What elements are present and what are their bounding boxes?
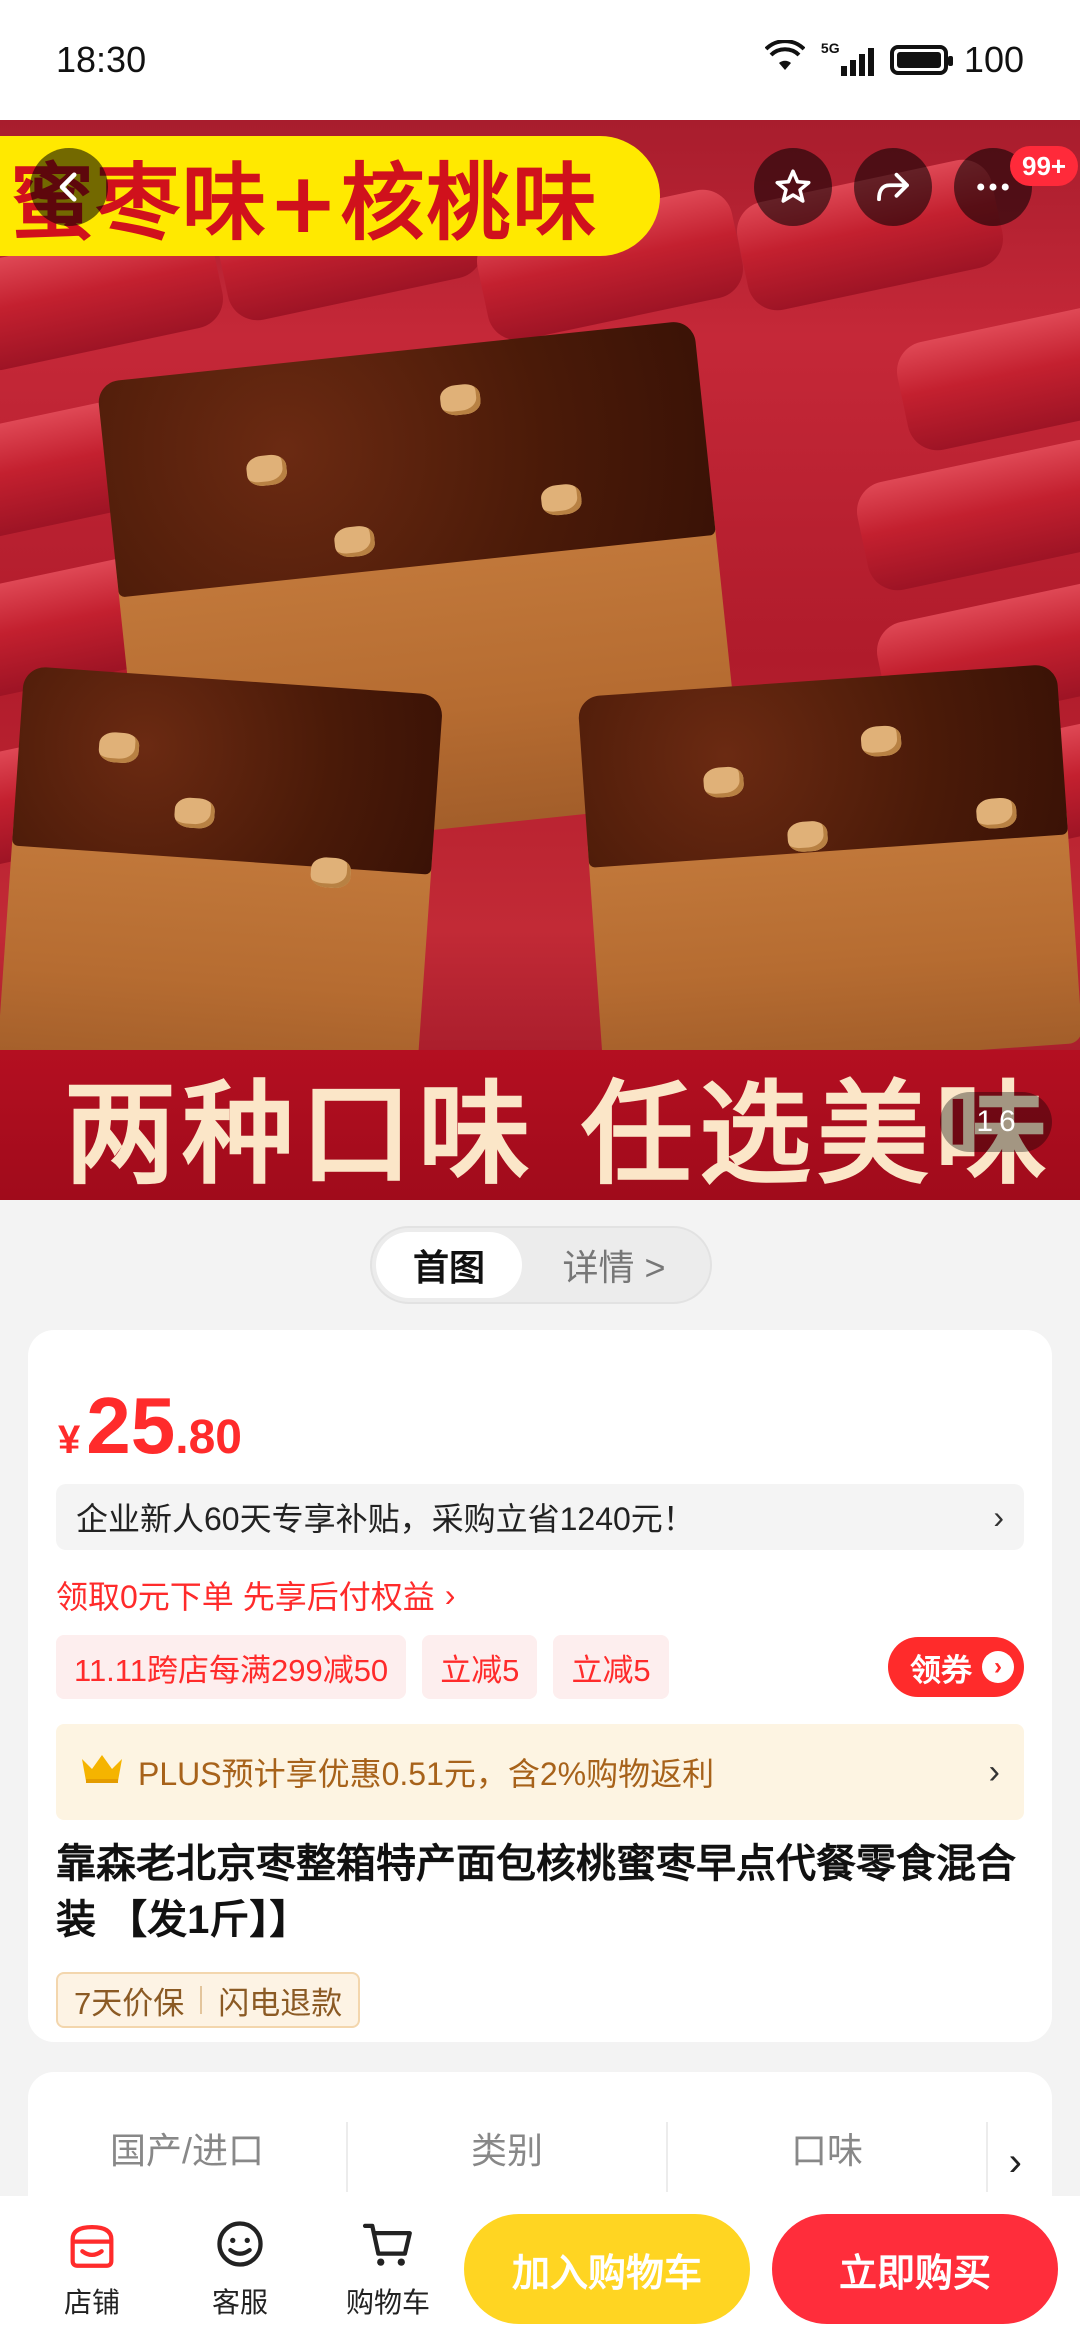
status-icons: 5G 100 <box>764 39 1024 81</box>
image-detail-switch: 首图 详情 > <box>370 1226 712 1304</box>
chevron-right-icon: › <box>993 1498 1004 1535</box>
cart-icon <box>362 2223 412 2266</box>
back-button[interactable] <box>30 148 108 226</box>
plus-member-bar[interactable]: PLUS预计享优惠0.51元，含2%购物返利 › <box>56 1724 1024 1820</box>
promotion-row: 11.11跨店每满299减50 立减5 立减5 领券 › <box>56 1634 1024 1700</box>
add-to-cart-button[interactable]: 加入购物车 <box>464 2214 750 2324</box>
image-counter: 1 6 <box>940 1092 1052 1152</box>
service-guarantees[interactable]: 7天价保 闪电退款 <box>56 1972 361 2028</box>
tab-details[interactable]: 详情 > <box>522 1232 706 1298</box>
hero-slogan-text: 两种口味 任选美味 <box>64 1070 1053 1200</box>
status-time: 18:30 <box>56 39 147 80</box>
chevron-right-circle-icon: › <box>982 1651 1014 1683</box>
back-icon <box>59 172 77 202</box>
promo-tag[interactable]: 立减5 <box>553 1635 669 1699</box>
get-coupon-label: 领券 <box>910 1652 972 1688</box>
tab-main-image[interactable]: 首图 <box>376 1232 522 1298</box>
subsidy-text: 企业新人60天专享补贴，采购立省1240元！ <box>76 1501 695 1537</box>
promo-tag[interactable]: 11.11跨店每满299减50 <box>56 1635 407 1699</box>
get-coupon-button[interactable]: 领券 › <box>888 1637 1024 1697</box>
price-integer: 25 <box>86 1381 176 1470</box>
image-counter-current: 1 <box>976 1105 993 1138</box>
new-user-subsidy-bar[interactable]: 企业新人60天专享补贴，采购立省1240元！ › <box>56 1484 1024 1550</box>
nav-cart[interactable]: 购物车 <box>314 2215 462 2321</box>
product-image-carousel[interactable]: 蜜枣味+核桃味 两种口味 任选美味 <box>0 120 1080 1200</box>
chevron-right-icon: › <box>988 1752 1000 1791</box>
pay-later-text: 领取0元下单 先享后付权益 <box>56 1579 435 1615</box>
product-info-card: ¥ 25 .80 企业新人60天专享补贴，采购立省1240元！ › 领取0元下单… <box>28 1330 1052 2042</box>
notification-badge: 99+ <box>1010 146 1079 186</box>
price: ¥ 25 .80 <box>58 1380 242 1472</box>
star-icon <box>775 169 811 203</box>
battery-icon <box>889 45 953 75</box>
pay-later-link[interactable]: 领取0元下单 先享后付权益 › <box>56 1572 455 1618</box>
param-origin: 国产/进口 <box>28 2122 348 2192</box>
price-decimal: .80 <box>175 1411 242 1464</box>
promo-tag[interactable]: 立减5 <box>422 1635 538 1699</box>
nav-store-label: 店铺 <box>63 2287 120 2318</box>
favorite-button[interactable] <box>754 148 832 226</box>
hero-slogan-banner: 两种口味 任选美味 <box>0 1050 1080 1200</box>
status-bar: 18:30 5G 100 <box>0 0 1080 120</box>
network-label: 5G <box>820 40 840 56</box>
product-title: 靠森老北京枣整箱特产面包核桃蜜枣早点代餐零食混合装 【发1斤】】 <box>56 1842 1016 1942</box>
wifi-icon <box>764 39 806 81</box>
crown-icon <box>80 1751 124 1793</box>
signal-icon: 5G <box>821 40 874 76</box>
cake-right <box>577 663 1080 1077</box>
nav-customer-service[interactable]: 客服 <box>166 2215 314 2321</box>
buy-now-button[interactable]: 立即购买 <box>772 2214 1058 2324</box>
service-icon <box>217 2221 263 2267</box>
plus-text: PLUS预计享优惠0.51元，含2%购物返利 <box>138 1756 715 1792</box>
more-icon <box>977 183 1009 191</box>
param-category: 类别 <box>348 2122 668 2192</box>
share-icon <box>877 172 909 202</box>
price-currency: ¥ <box>58 1418 81 1462</box>
nav-service-label: 客服 <box>211 2287 268 2318</box>
nav-cart-label: 购物车 <box>345 2287 430 2318</box>
chevron-right-icon: › <box>1008 2140 1022 2184</box>
image-counter-total: 6 <box>999 1105 1016 1138</box>
guarantee-fast-refund: 闪电退款 <box>218 1985 343 2021</box>
guarantee-price-protection: 7天价保 <box>74 1985 185 2021</box>
chevron-right-icon: › <box>444 1576 456 1613</box>
cake-left <box>0 665 444 1095</box>
share-button[interactable] <box>854 148 932 226</box>
param-flavor: 口味 <box>668 2122 988 2192</box>
store-icon <box>70 2224 114 2268</box>
nav-store[interactable]: 店铺 <box>18 2215 166 2321</box>
battery-level: 100 <box>963 39 1024 80</box>
